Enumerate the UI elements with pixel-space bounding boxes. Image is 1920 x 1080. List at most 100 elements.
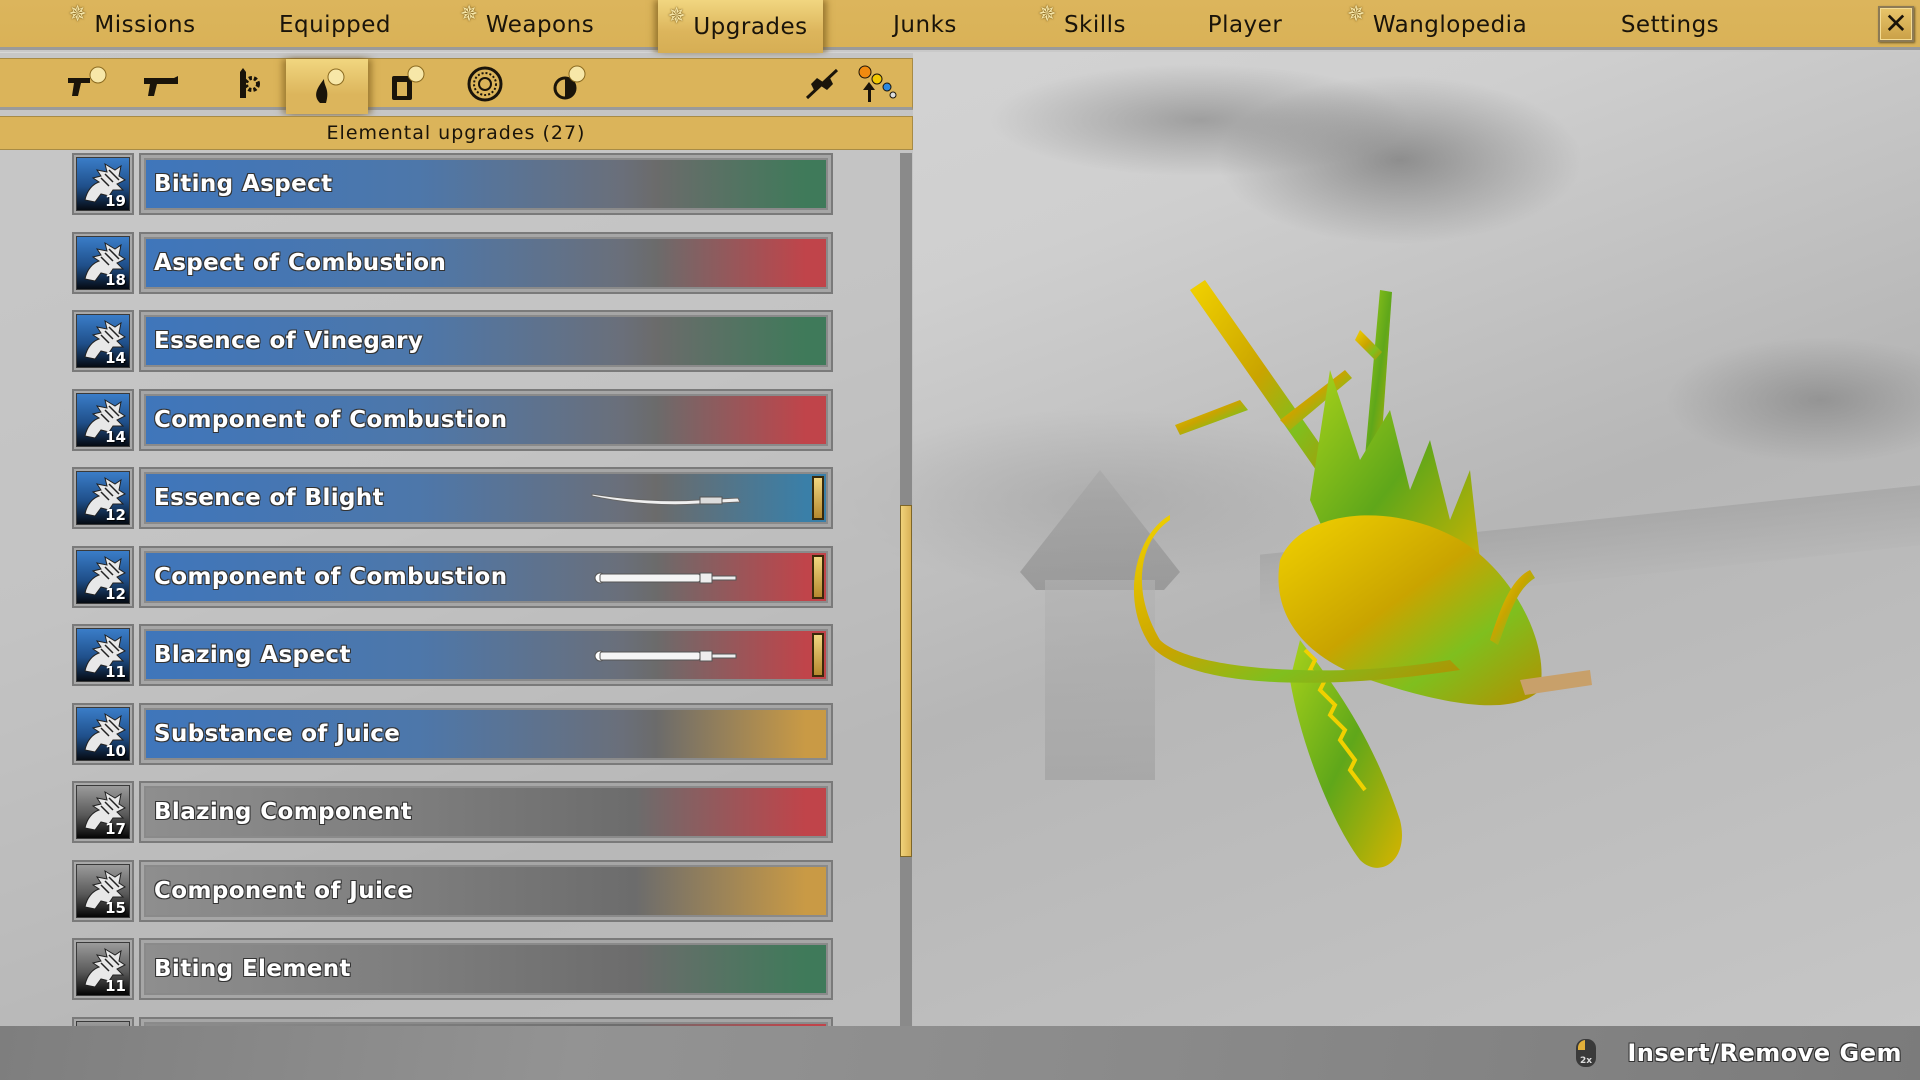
upgrade-name: Blazing Component xyxy=(154,799,413,825)
upgrade-row[interactable]: 11 Blazing Aspect xyxy=(72,624,833,686)
upgrade-row[interactable]: 11 Biting Element xyxy=(72,938,833,1000)
dragon-element-icon: 15 xyxy=(76,863,130,918)
upgrade-name: Component of Juice xyxy=(154,877,414,904)
upgrade-row[interactable]: 12 Essence of Blight xyxy=(72,467,833,529)
upgrade-icon-frame: 15 xyxy=(72,859,134,922)
tab-equipped[interactable]: Equipped xyxy=(260,0,410,50)
tab-weapons[interactable]: ✵ Weapons xyxy=(455,0,605,50)
dragon-element-icon: 10 xyxy=(76,706,130,761)
tab-skills[interactable]: ✵ Skills xyxy=(1020,0,1150,50)
category-tab-medallion[interactable] xyxy=(450,59,520,109)
upgrade-bar: Essence of Vinegary xyxy=(139,310,833,372)
dragon-element-icon: 11 xyxy=(76,628,130,682)
equipped-slot-indicator xyxy=(812,554,824,599)
filter-toggle-button[interactable] xyxy=(797,59,847,109)
upgrade-name: Aspect of Combustion xyxy=(154,249,447,276)
tab-settings[interactable]: Settings xyxy=(1600,0,1740,50)
upgrade-name: Biting Element xyxy=(154,956,351,982)
tab-player[interactable]: Player xyxy=(1180,0,1310,50)
bottom-bar: 2x Insert/Remove Gem xyxy=(0,1026,1920,1080)
sort-gems-button[interactable] xyxy=(850,59,906,109)
ammo-gear-icon xyxy=(240,68,260,98)
gem-model-preview[interactable] xyxy=(1130,260,1650,910)
pistol-star-icon xyxy=(68,66,107,96)
upgrade-row[interactable]: 14 Component of Combustion xyxy=(72,388,833,451)
dragon-element-icon: 11 xyxy=(76,942,130,996)
spiral-medallion-icon xyxy=(467,66,503,102)
equipped-slot-indicator xyxy=(812,476,824,520)
upgrade-icon-frame: 12 xyxy=(72,545,134,608)
category-tab-ammo[interactable] xyxy=(210,59,280,109)
tab-junks[interactable]: Junks xyxy=(860,0,990,50)
upgrade-icon-frame: 14 xyxy=(72,310,134,372)
upgrade-row[interactable]: 15 Component of Juice xyxy=(72,859,833,922)
list-scrollbar[interactable] xyxy=(900,153,912,1079)
upgrade-row[interactable]: 19 Biting Aspect xyxy=(72,153,833,215)
top-nav: ✵ Missions Equipped ✵ Weapons ✵ Upgrades Ju… xyxy=(0,0,1920,53)
upgrade-bar: Component of Juice xyxy=(139,859,833,922)
category-tab-elemental[interactable] xyxy=(286,59,368,114)
no-sparkle-icon xyxy=(805,68,839,100)
upgrade-icon-frame: 11 xyxy=(72,938,134,1000)
upgrade-name: Essence of Vinegary xyxy=(154,328,424,354)
upgrade-level: 15 xyxy=(105,898,126,917)
upgrade-row[interactable]: 17 Blazing Component xyxy=(72,781,833,843)
tab-missions[interactable]: ✵ Missions xyxy=(60,0,210,50)
upgrade-row[interactable]: 12 Component of Combustion xyxy=(72,545,833,608)
element-color-bar: Blazing Aspect xyxy=(144,629,828,681)
katana-icon xyxy=(588,486,748,512)
element-color-bar: Essence of Vinegary xyxy=(144,315,828,367)
upgrade-row[interactable]: 18 Aspect of Combustion xyxy=(72,231,833,294)
gem-upgrade-icon xyxy=(858,65,897,102)
rifle-icon xyxy=(588,565,748,591)
element-color-bar: Component of Juice xyxy=(144,864,828,917)
hint-label: Insert/Remove Gem xyxy=(1627,1039,1902,1067)
element-color-bar: Essence of Blight xyxy=(144,472,828,524)
element-color-bar: Aspect of Combustion xyxy=(144,236,828,289)
section-title: Elemental upgrades (27) xyxy=(0,116,913,150)
equipped-slot-indicator xyxy=(812,633,824,677)
upgrade-row[interactable]: 10 Substance of Juice xyxy=(72,702,833,765)
element-color-bar: Biting Aspect xyxy=(144,158,828,210)
upgrade-bar: Biting Element xyxy=(139,938,833,1000)
upgrade-name: Essence of Blight xyxy=(154,485,385,511)
upgrade-level: 12 xyxy=(105,584,126,603)
pistol-icon xyxy=(144,76,178,96)
element-color-bar: Substance of Juice xyxy=(144,707,828,760)
mouse-double-click-icon: 2x xyxy=(1576,1039,1597,1067)
tab-upgrades[interactable]: ✵ Upgrades xyxy=(658,0,823,53)
insert-remove-gem-hint: 2x Insert/Remove Gem xyxy=(1575,1026,1902,1080)
upgrade-name: Blazing Aspect xyxy=(154,642,351,668)
close-button[interactable]: ✕ xyxy=(1878,6,1914,42)
upgrade-row[interactable]: 14 Essence of Vinegary xyxy=(72,310,833,372)
upgrade-icon-frame: 14 xyxy=(72,388,134,451)
dragon-element-icon: 18 xyxy=(76,235,130,290)
category-tab-pistol-mods[interactable] xyxy=(52,59,122,109)
element-color-bar: Biting Element xyxy=(144,943,828,995)
new-star-icon: ✵ xyxy=(1037,2,1057,27)
category-tab-pistols[interactable] xyxy=(128,59,198,109)
upgrade-icon-frame: 18 xyxy=(72,231,134,294)
scroll-thumb[interactable] xyxy=(900,504,912,857)
new-star-icon: ✵ xyxy=(1346,2,1366,27)
upgrade-icon-frame: 19 xyxy=(72,153,134,215)
upgrade-level: 11 xyxy=(105,977,126,995)
armor-star-icon xyxy=(392,65,425,100)
upgrade-icon-frame: 17 xyxy=(72,781,134,843)
upgrade-level: 17 xyxy=(105,820,126,838)
close-icon: ✕ xyxy=(1884,7,1908,40)
new-star-icon: ✵ xyxy=(459,2,479,27)
upgrade-icon-frame: 12 xyxy=(72,467,134,529)
tab-wanglopedia[interactable]: ✵ Wanglopedia xyxy=(1345,0,1535,50)
upgrade-name: Biting Aspect xyxy=(154,171,333,197)
upgrade-bar: Biting Aspect xyxy=(139,153,833,215)
category-tab-misc[interactable] xyxy=(535,59,605,109)
upgrade-list: 19 Biting Aspect 18 Aspect of Combustion 14 E… xyxy=(0,153,900,1079)
rifle-icon xyxy=(588,643,748,669)
upgrade-level: 11 xyxy=(105,663,126,681)
upgrade-bar: Aspect of Combustion xyxy=(139,231,833,294)
category-tab-armor[interactable] xyxy=(372,59,442,109)
upgrade-level: 14 xyxy=(105,349,126,367)
upgrade-level: 18 xyxy=(105,270,126,289)
flame-star-icon xyxy=(316,68,345,103)
